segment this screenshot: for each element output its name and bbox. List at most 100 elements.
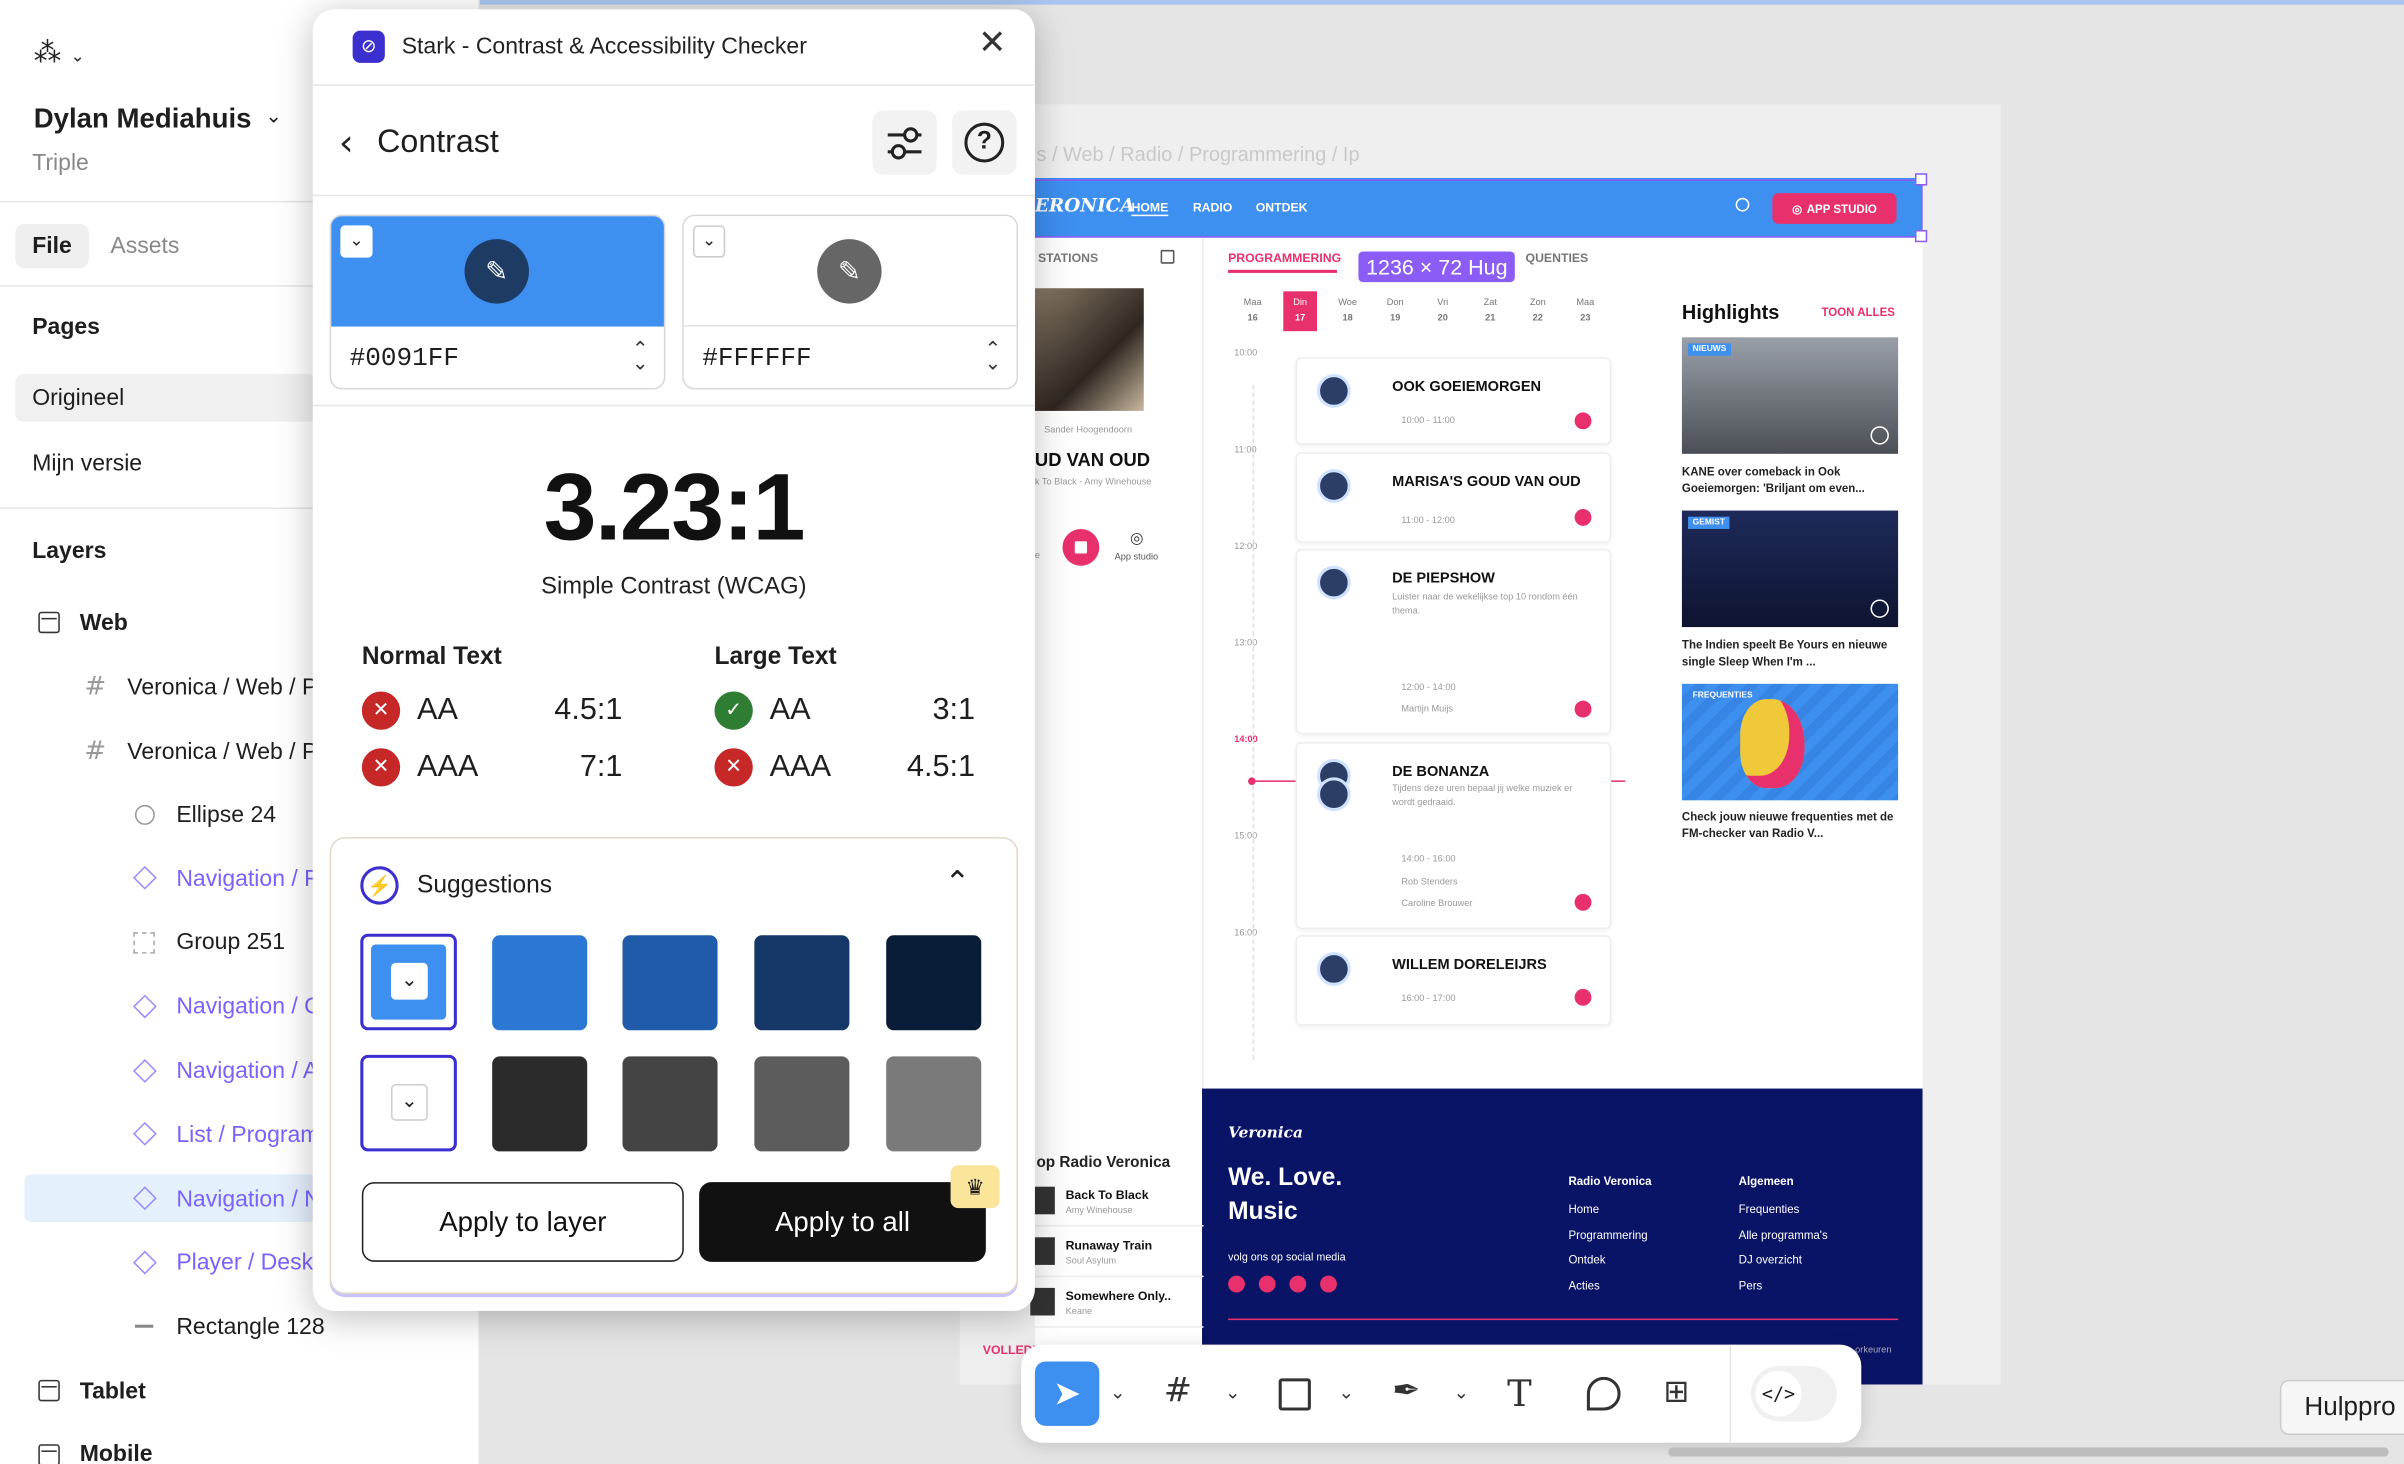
day-item[interactable]: Zon 22 [1521,291,1555,331]
layer-navigation-a[interactable]: Navigation / A [176,1058,318,1084]
footer-link[interactable]: Acties [1568,1278,1599,1292]
selection-handle[interactable] [1914,173,1928,186]
suggestion-swatch[interactable] [622,1056,718,1152]
day-item[interactable]: Woe 18 [1331,291,1365,331]
layer-list-program[interactable]: List / Program [176,1122,319,1148]
tab-programmering[interactable]: PROGRAMMERING [1228,251,1341,265]
page-mijn-versie[interactable]: Mijn versie [32,451,142,477]
tab-assets[interactable]: Assets [110,233,179,259]
chevron-down-icon[interactable]: ⌄ [1453,1381,1468,1402]
day-item[interactable]: Don 19 [1378,291,1412,331]
top-list-item[interactable]: Back To Black Amy Winehouse [1027,1181,1204,1227]
x-icon[interactable] [1258,1275,1276,1293]
suggestion-swatch[interactable] [886,935,982,1031]
foreground-hex-input[interactable]: #0091FF [350,345,460,374]
layer-navigation-c[interactable]: Navigation / C [176,994,320,1020]
help-resources-button[interactable]: Hulppro [2279,1379,2404,1436]
chevron-down-icon[interactable]: ⌄ [1225,1381,1240,1402]
program-card[interactable]: MARISA'S GOUD VAN OUD 11:00 - 12:00 [1295,452,1612,543]
footer-link[interactable]: Frequenties [1739,1202,1800,1216]
settings-sliders-button[interactable] [872,110,937,175]
stepper-icon[interactable]: ⌃ ⌄ [632,339,649,373]
instagram-icon[interactable] [1320,1275,1337,1293]
layer-web[interactable]: Web [80,610,128,636]
play-icon[interactable] [1574,893,1592,911]
tab-frequenties[interactable]: QUENTIES [1526,251,1589,265]
play-icon[interactable] [1574,412,1592,430]
external-link-icon[interactable] [1160,249,1175,264]
social-icons[interactable] [1228,1275,1337,1293]
suggestion-swatch[interactable] [622,935,718,1031]
chevron-down-icon[interactable]: ⌄ [1110,1381,1125,1402]
day-item[interactable]: Maa 23 [1568,291,1602,331]
highlight-text[interactable]: The Indien speelt Be Yours en nieuwe sin… [1682,636,1897,670]
day-item[interactable]: Din 17 [1283,291,1318,332]
suggestion-fg-selected[interactable]: ⌄ [360,933,457,1031]
apply-to-all-button[interactable]: Apply to all [699,1182,986,1262]
figma-menu-icon[interactable]: ⁂ ⌄ [34,37,85,69]
highlight-image[interactable]: FREQUENTIES [1681,683,1899,801]
comment-tool-icon[interactable] [1586,1376,1621,1411]
dev-mode-toggle[interactable]: </> [1750,1366,1837,1422]
chevron-down-icon[interactable]: ⌄ [265,104,282,129]
suggestion-swatch[interactable] [492,1056,588,1152]
highlight-image[interactable]: NIEUWS [1681,337,1899,454]
day-item[interactable]: Zat 21 [1473,291,1507,331]
selection-outline[interactable] [1033,179,1923,238]
footer-link[interactable]: Programmering [1568,1227,1647,1241]
tab-file[interactable]: File [15,223,89,269]
play-icon[interactable] [1574,700,1592,718]
back-icon[interactable]: ‹ [339,121,354,164]
program-card[interactable]: WILLEM DORELEIJRS 16:00 - 17:00 [1295,935,1612,1026]
eyedropper-button[interactable]: ✎ [817,239,882,304]
footer-link[interactable]: Ontdek [1568,1253,1605,1267]
top-list-item[interactable]: Runaway Train Soul Asylum [1027,1231,1204,1278]
footer-link[interactable]: Alle programma's [1739,1227,1828,1241]
pen-tool-icon[interactable]: ✒ [1392,1372,1420,1410]
layer-tablet[interactable]: Tablet [80,1378,146,1404]
actions-tool-icon[interactable]: ⊞ [1664,1372,1690,1409]
layer-group[interactable]: Group 251 [176,929,285,955]
footer-link[interactable]: Home [1568,1202,1599,1216]
footer-link[interactable]: DJ overzicht [1739,1253,1802,1267]
stepper-icon[interactable]: ⌃ ⌄ [984,339,1001,373]
stop-button[interactable] [1062,528,1100,566]
highlight-image[interactable]: GEMIST [1681,510,1899,628]
day-item[interactable]: Maa 16 [1236,291,1270,331]
text-tool-icon[interactable]: T [1507,1372,1532,1415]
page-origineel[interactable]: Origineel [15,374,316,422]
dropdown-checkbox[interactable]: ⌄ [340,225,373,258]
layer-veronica-2[interactable]: Veronica / Web / P [127,739,317,765]
layer-mobile[interactable]: Mobile [80,1441,153,1464]
foreground-color-card[interactable]: ⌄ ✎ #0091FF ⌃ ⌄ [329,214,666,390]
program-card[interactable]: OOK GOEIEMORGEN 10:00 - 11:00 [1295,357,1612,445]
suggestion-swatch[interactable] [754,1056,850,1152]
close-icon[interactable]: ✕ [978,25,1006,63]
layer-veronica-1[interactable]: Veronica / Web / P [127,675,317,701]
horizontal-scrollbar[interactable] [1668,1447,2389,1457]
play-icon[interactable] [1574,509,1592,526]
suggestion-swatch[interactable] [886,1056,982,1152]
play-icon[interactable] [1574,988,1592,1006]
background-color-card[interactable]: ⌄ ✎ #FFFFFF ⌃ ⌄ [682,214,1019,390]
suggestion-swatch[interactable] [754,935,850,1031]
footer-link[interactable]: Pers [1739,1278,1763,1292]
background-hex-input[interactable]: #FFFFFF [702,345,812,374]
day-item[interactable]: Vri 20 [1426,291,1460,331]
help-button[interactable]: ? [952,110,1017,175]
eyedropper-button[interactable]: ✎ [464,239,529,304]
program-card[interactable]: DE BONANZA Tijdens deze uren bepaal jij w… [1295,742,1612,930]
layer-navigation-f[interactable]: Navigation / F [176,866,318,892]
suggestion-bg-selected[interactable]: ⌄ [360,1054,457,1152]
layer-player[interactable]: Player / Desk [176,1250,313,1276]
facebook-icon[interactable] [1228,1275,1245,1293]
project-name[interactable]: Dylan Mediahuis [34,103,252,135]
highlight-text[interactable]: Check jouw nieuwe frequenties met de FM-… [1682,808,1897,842]
toon-alles-link[interactable]: TOON ALLES [1821,305,1894,319]
frame-tool-icon[interactable]: # [1164,1372,1192,1410]
apply-to-layer-button[interactable]: Apply to layer [361,1182,684,1262]
rectangle-tool-icon[interactable] [1278,1378,1311,1411]
youtube-icon[interactable] [1289,1275,1307,1293]
layer-rectangle[interactable]: Rectangle 128 [176,1314,324,1340]
layer-navigation-n[interactable]: Navigation / N [176,1187,320,1213]
